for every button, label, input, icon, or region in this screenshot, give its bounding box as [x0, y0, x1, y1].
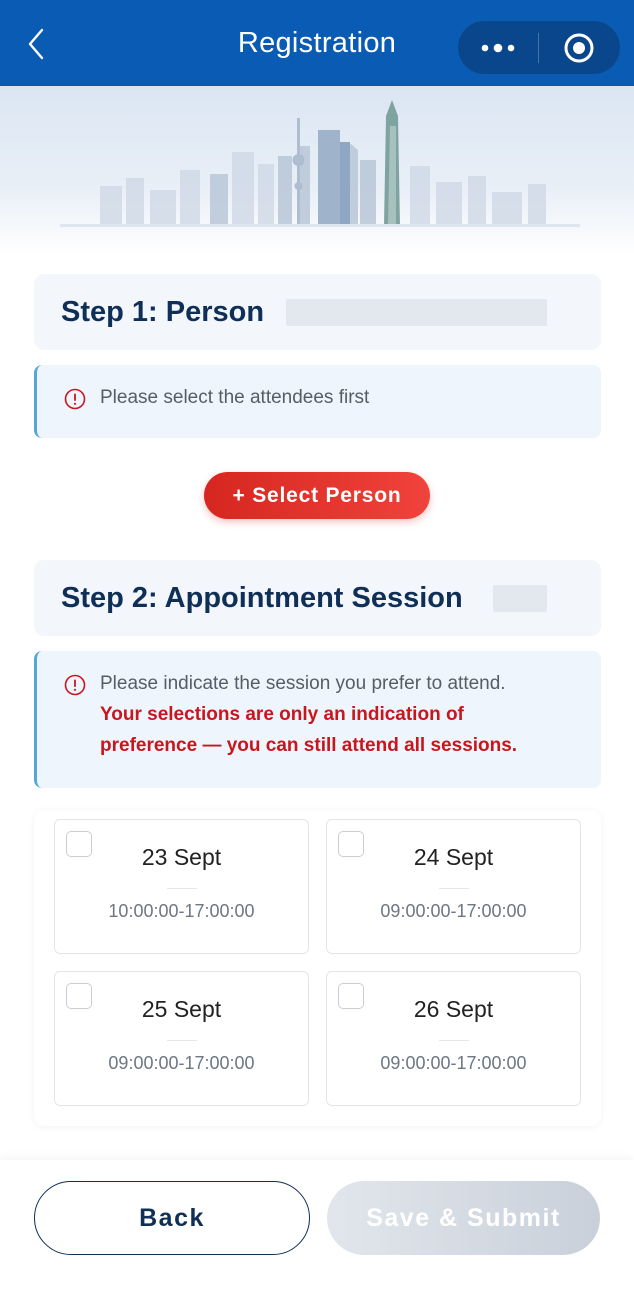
- step2-placeholder-bar: [493, 585, 547, 612]
- session-date: 26 Sept: [413, 996, 494, 1022]
- alert-circle-icon: [64, 388, 86, 410]
- step1-notice: Please select the attendees first: [34, 365, 601, 438]
- registration-page: Registration Step 1: Person Please selec…: [0, 0, 634, 1309]
- record-target-icon: [564, 33, 594, 62]
- back-button[interactable]: Back: [34, 1181, 310, 1255]
- step2-notice-text: Please indicate the session you prefer t…: [100, 668, 517, 761]
- mini-program-capsule: [458, 21, 620, 74]
- step1-placeholder-bar: [286, 299, 547, 326]
- save-submit-button[interactable]: Save & Submit: [327, 1181, 600, 1255]
- select-person-button[interactable]: + Select Person: [204, 472, 430, 519]
- step1-card: Step 1: Person: [34, 274, 601, 350]
- session-card-23-sept[interactable]: 23 Sept 10:00:00-17:00:00: [54, 819, 309, 954]
- banner: [0, 86, 634, 256]
- step1-notice-row: Please select the attendees first: [64, 387, 581, 413]
- step1-title: Step 1: Person: [61, 295, 265, 328]
- step1-notice-text: Please select the attendees first: [100, 387, 370, 408]
- session-time: 09:00:00-17:00:00: [108, 1053, 255, 1073]
- session-divider: [439, 1040, 469, 1041]
- session-divider: [439, 888, 469, 889]
- close-program-button[interactable]: [539, 21, 619, 74]
- step2-notice-main: Please indicate the session you prefer t…: [100, 673, 506, 694]
- more-dots-icon: [481, 43, 515, 52]
- footer-bar: Back Save & Submit: [0, 1160, 634, 1309]
- session-card-24-sept[interactable]: 24 Sept 09:00:00-17:00:00: [326, 819, 581, 954]
- session-card-26-sept[interactable]: 26 Sept 09:00:00-17:00:00: [326, 971, 581, 1106]
- alert-circle-icon: [64, 674, 86, 696]
- session-date: 25 Sept: [141, 996, 222, 1022]
- session-time: 09:00:00-17:00:00: [380, 901, 527, 921]
- city-skyline-illustration: [60, 100, 580, 227]
- step2-notice: Please indicate the session you prefer t…: [34, 651, 601, 788]
- step2-notice-row: Please indicate the session you prefer t…: [64, 673, 581, 761]
- session-divider: [167, 888, 197, 889]
- session-time: 10:00:00-17:00:00: [108, 901, 255, 921]
- page-title: Registration: [237, 26, 397, 59]
- session-time: 09:00:00-17:00:00: [380, 1053, 527, 1073]
- session-date: 24 Sept: [413, 844, 494, 870]
- back-nav-button[interactable]: [18, 24, 54, 64]
- step2-notice-highlight-1: Your selections are only an indication o…: [100, 704, 464, 725]
- chevron-left-icon: [28, 28, 44, 60]
- step2-card: Step 2: Appointment Session: [34, 560, 601, 636]
- header-bar: Registration: [0, 0, 634, 86]
- session-grid: 23 Sept 10:00:00-17:00:00 24 Sept 09:00:…: [34, 810, 601, 1126]
- session-date: 23 Sept: [141, 844, 222, 870]
- more-menu-button[interactable]: [458, 21, 538, 74]
- session-card-25-sept[interactable]: 25 Sept 09:00:00-17:00:00: [54, 971, 309, 1106]
- step2-title: Step 2: Appointment Session: [61, 581, 463, 614]
- session-divider: [167, 1040, 197, 1041]
- step2-notice-highlight-2: preference — you can still attend all se…: [100, 735, 518, 756]
